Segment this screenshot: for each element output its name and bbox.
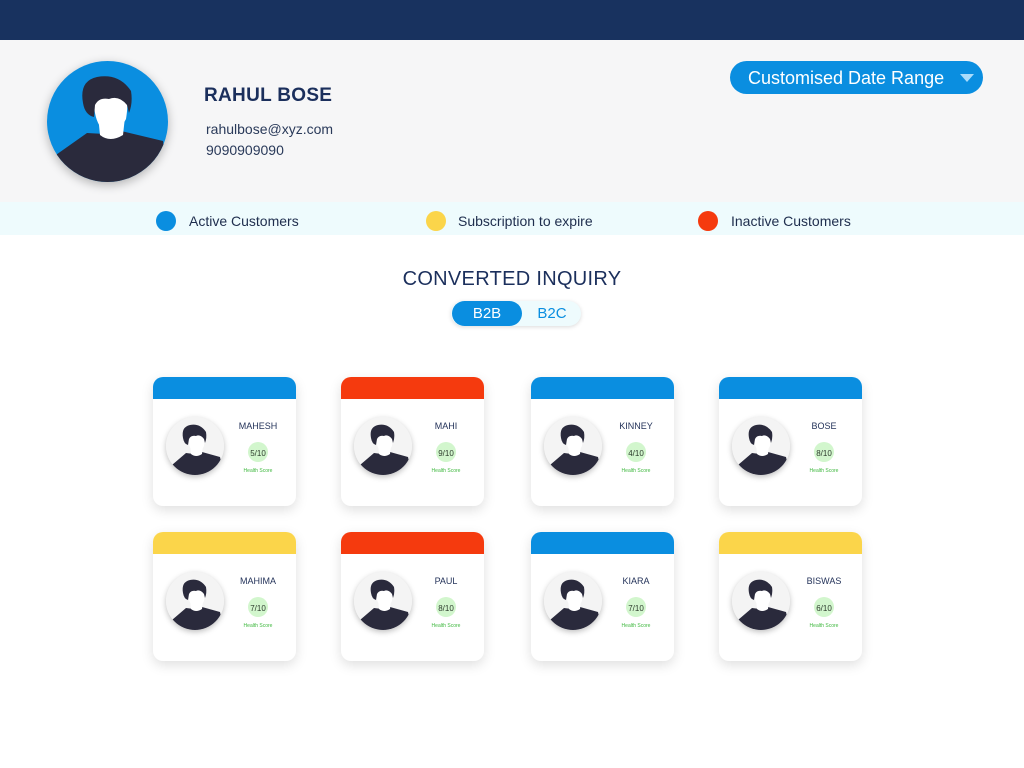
health-score-label: Health Score: [621, 623, 651, 629]
health-score-value: 7/10: [250, 604, 266, 613]
user-avatar-icon: [47, 61, 168, 182]
date-range-dropdown[interactable]: Customised Date Range: [730, 61, 983, 94]
status-header-bar: [531, 532, 674, 554]
customer-card[interactable]: MAHI 9/10 Health Score: [341, 377, 484, 506]
status-header-bar: [719, 532, 862, 554]
user-phone: 9090909090: [206, 142, 284, 158]
date-range-label: Customised Date Range: [748, 68, 945, 88]
health-score-label: Health Score: [243, 623, 273, 629]
health-score-value: 8/10: [438, 604, 454, 613]
toggle-b2c[interactable]: B2C: [524, 301, 580, 326]
customer-card[interactable]: KIARA 7/10 Health Score: [531, 532, 674, 661]
user-avatar-icon: [544, 572, 602, 630]
customer-card[interactable]: BOSE 8/10 Health Score: [719, 377, 862, 506]
user-avatar-icon: [166, 417, 224, 475]
toggle-b2b[interactable]: B2B: [452, 301, 522, 326]
health-score-value: 7/10: [628, 604, 644, 613]
user-avatar-icon: [166, 572, 224, 630]
user-avatar-icon: [732, 417, 790, 475]
customer-avatar: [732, 417, 790, 475]
health-score-label: Health Score: [243, 468, 273, 474]
expiring-dot-icon: [426, 211, 446, 231]
customer-name: BISWAS: [806, 576, 842, 586]
customer-avatar: [732, 572, 790, 630]
user-avatar-icon: [732, 572, 790, 630]
customer-avatar: [166, 417, 224, 475]
customer-name: KINNEY: [619, 421, 653, 431]
health-score-label: Health Score: [621, 468, 651, 474]
health-score-value: 6/10: [816, 604, 832, 613]
caret-down-icon: [960, 74, 974, 82]
section-title: CONVERTED INQUIRY: [402, 268, 622, 290]
status-header-bar: [341, 532, 484, 554]
health-score-label: Health Score: [431, 623, 461, 629]
customer-name: MAHI: [434, 421, 458, 431]
health-score-label: Health Score: [431, 468, 461, 474]
legend-label: Inactive Customers: [731, 213, 851, 229]
user-email: rahulbose@xyz.com: [206, 121, 334, 137]
status-header-bar: [719, 377, 862, 399]
customer-card[interactable]: KINNEY 4/10 Health Score: [531, 377, 674, 506]
health-score-label: Health Score: [809, 468, 839, 474]
customer-name: PAUL: [434, 576, 458, 586]
user-avatar-icon: [354, 417, 412, 475]
user-avatar-icon: [544, 417, 602, 475]
profile-avatar: [47, 61, 168, 182]
customer-name: KIARA: [622, 576, 650, 586]
customer-card[interactable]: MAHIMA 7/10 Health Score: [153, 532, 296, 661]
health-score-value: 9/10: [438, 449, 454, 458]
status-header-bar: [153, 532, 296, 554]
customer-card[interactable]: MAHESH 5/10 Health Score: [153, 377, 296, 506]
customer-name: BOSE: [811, 421, 837, 431]
customer-avatar: [166, 572, 224, 630]
customer-avatar: [544, 417, 602, 475]
customer-avatar: [354, 572, 412, 630]
health-score-label: Health Score: [809, 623, 839, 629]
customer-card[interactable]: BISWAS 6/10 Health Score: [719, 532, 862, 661]
status-header-bar: [341, 377, 484, 399]
status-header-bar: [153, 377, 296, 399]
user-name: RAHUL BOSE: [204, 85, 333, 106]
status-legend: Active Customers Subscription to expire …: [0, 202, 1024, 235]
status-header-bar: [531, 377, 674, 399]
health-score-value: 5/10: [250, 449, 266, 458]
legend-label: Active Customers: [189, 213, 299, 229]
top-nav-bar: [0, 0, 1024, 40]
customer-avatar: [544, 572, 602, 630]
customer-avatar: [354, 417, 412, 475]
customer-name: MAHIMA: [240, 576, 276, 586]
user-avatar-icon: [354, 572, 412, 630]
segment-toggle: B2B B2C: [451, 301, 581, 326]
health-score-value: 8/10: [816, 449, 832, 458]
health-score-value: 4/10: [628, 449, 644, 458]
customer-name: MAHESH: [238, 421, 278, 431]
customer-card[interactable]: PAUL 8/10 Health Score: [341, 532, 484, 661]
legend-label: Subscription to expire: [458, 213, 593, 229]
inactive-dot-icon: [698, 211, 718, 231]
active-dot-icon: [156, 211, 176, 231]
